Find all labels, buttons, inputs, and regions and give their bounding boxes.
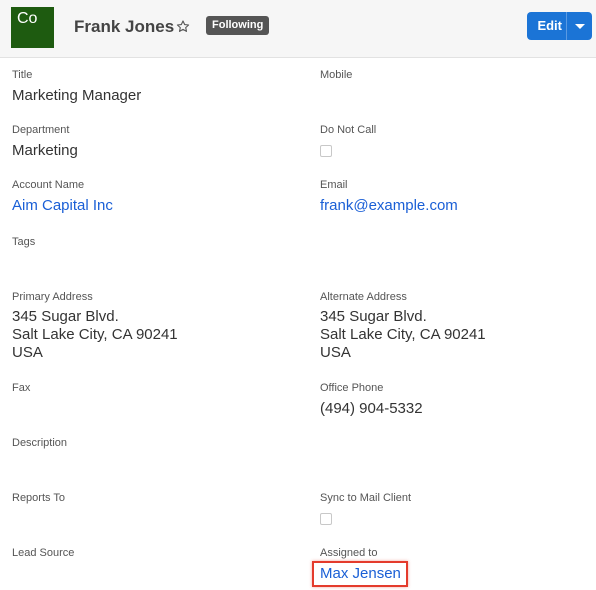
account-name-label: Account Name [12,179,85,191]
fax-label: Fax [12,382,31,394]
department-label: Department [12,124,70,136]
reports-to-label: Reports To [12,492,65,504]
do-not-call-checkbox[interactable] [320,145,332,157]
sync-to-mail-client-label: Sync to Mail Client [320,492,412,504]
account-name-link[interactable]: Aim Capital Inc [12,197,113,215]
primary-address-city[interactable]: Salt Lake City, CA 90241 [12,326,178,344]
record-avatar: Co [11,7,54,48]
alternate-address-street[interactable]: 345 Sugar Blvd. [320,308,427,326]
do-not-call-label: Do Not Call [320,124,377,136]
edit-button-group: Edit [527,12,592,40]
following-button[interactable]: Following [206,16,270,35]
alternate-address-country[interactable]: USA [320,344,351,362]
alternate-address-label: Alternate Address [320,291,407,303]
department-value[interactable]: Marketing [12,142,78,160]
avatar-text: Co [17,10,38,27]
title-value[interactable]: Marketing Manager [12,87,141,105]
record-name: Frank Jones [74,17,175,36]
edit-button[interactable]: Edit [527,12,564,40]
tags-label: Tags [12,236,36,248]
alternate-address-city[interactable]: Salt Lake City, CA 90241 [320,326,486,344]
office-phone-value[interactable]: (494) 904-5332 [320,400,423,418]
primary-address-label: Primary Address [12,291,93,303]
email-label: Email [320,179,348,191]
primary-address-street[interactable]: 345 Sugar Blvd. [12,308,119,326]
caret-down-icon[interactable] [567,12,592,40]
email-link[interactable]: frank@example.com [320,197,458,215]
mobile-label: Mobile [320,69,353,81]
star-outline-icon[interactable] [176,17,190,35]
office-phone-label: Office Phone [320,382,384,394]
lead-source-label: Lead Source [12,547,75,559]
assigned-to-label: Assigned to [320,547,378,559]
assigned-to-highlight [312,561,408,587]
primary-address-country[interactable]: USA [12,344,43,362]
description-label: Description [12,437,68,449]
title-label: Title [12,69,33,81]
sync-to-mail-client-checkbox[interactable] [320,513,332,525]
record-header: Co Frank Jones Following Edit [0,0,596,58]
